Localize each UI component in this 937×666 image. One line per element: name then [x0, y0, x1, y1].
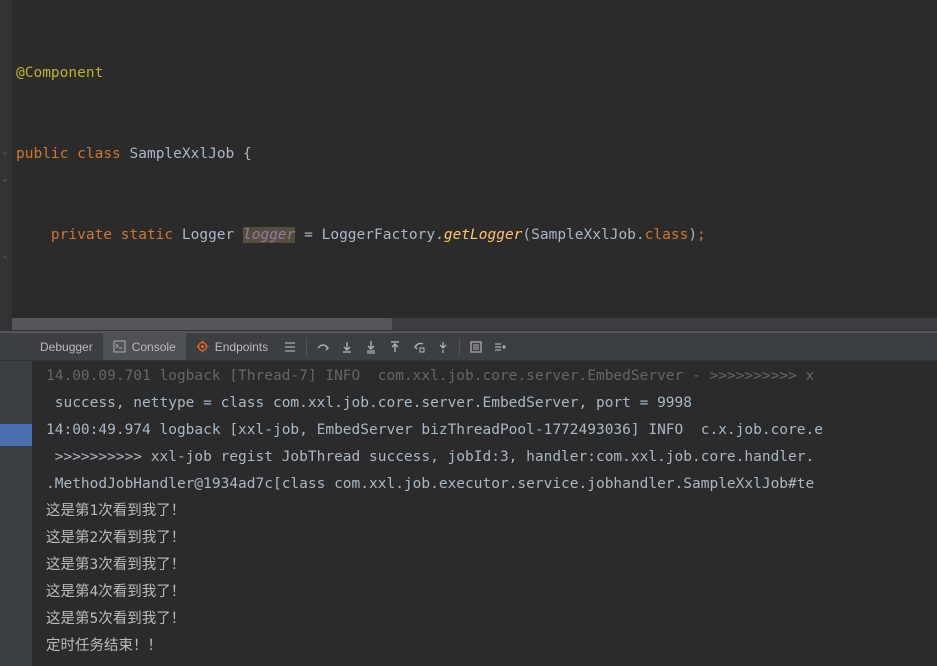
tab-console[interactable]: Console [103, 333, 186, 360]
stdout-line: 这是第5次看到我了！ [46, 606, 937, 633]
tab-debugger[interactable]: Debugger [30, 333, 103, 360]
step-into-icon[interactable] [336, 336, 358, 358]
step-over-icon[interactable] [312, 336, 334, 358]
scrollbar-thumb[interactable] [12, 318, 392, 330]
stdout-line: 这是第4次看到我了！ [46, 579, 937, 606]
console-output[interactable]: 14.00.09.701 logback [Thread-7] INFO com… [32, 361, 937, 666]
log-line: success, nettype = class com.xxl.job.cor… [46, 390, 937, 417]
endpoints-icon [196, 340, 210, 354]
console-icon [113, 340, 127, 354]
editor-gutter: ⌄ ⌄ ⌃ [0, 0, 12, 330]
log-line: 14.00.09.701 logback [Thread-7] INFO com… [46, 363, 937, 390]
field-logger: logger [243, 227, 295, 243]
step-out-icon[interactable] [384, 336, 406, 358]
tab-endpoints[interactable]: Endpoints [186, 333, 278, 360]
code-content[interactable]: @Component public class SampleXxlJob { p… [12, 0, 937, 330]
run-to-cursor-icon[interactable] [432, 336, 454, 358]
annotation: @Component [16, 65, 103, 81]
console-gutter [0, 361, 32, 666]
gutter-highlight [0, 424, 32, 446]
log-line: >>>>>>>>>> xxl-job regist JobThread succ… [46, 444, 937, 471]
force-step-into-icon[interactable] [360, 336, 382, 358]
gutter-marker-icon: ⌄ [2, 147, 10, 157]
code-editor[interactable]: ⌄ ⌄ ⌃ @Component public class SampleXxlJ… [0, 0, 937, 330]
gutter-marker-icon: ⌃ [2, 255, 10, 265]
tab-label: Console [132, 340, 176, 354]
log-line: .MethodJobHandler@1934ad7c[class com.xxl… [46, 471, 937, 498]
drop-frame-icon[interactable] [408, 336, 430, 358]
separator [306, 338, 307, 356]
trace-current-icon[interactable] [489, 336, 511, 358]
log-line: 14:00:49.974 logback [xxl-job, EmbedServ… [46, 417, 937, 444]
evaluate-icon[interactable] [465, 336, 487, 358]
tab-label: Endpoints [215, 340, 268, 354]
stdout-line: 这是第3次看到我了！ [46, 552, 937, 579]
stdout-line: 这是第1次看到我了！ [46, 498, 937, 525]
gutter-marker-icon: ⌄ [2, 174, 10, 184]
horizontal-scrollbar[interactable] [12, 318, 937, 330]
list-icon[interactable] [279, 336, 301, 358]
separator [459, 338, 460, 356]
stdout-line: 这是第2次看到我了！ [46, 525, 937, 552]
debug-tool-window: Debugger Console Endpoints [0, 333, 937, 666]
tool-tabs-bar: Debugger Console Endpoints [0, 333, 937, 361]
stdout-line: 定时任务结束！！ [46, 633, 937, 660]
tab-label: Debugger [40, 340, 93, 354]
console-body: 14.00.09.701 logback [Thread-7] INFO com… [0, 361, 937, 666]
